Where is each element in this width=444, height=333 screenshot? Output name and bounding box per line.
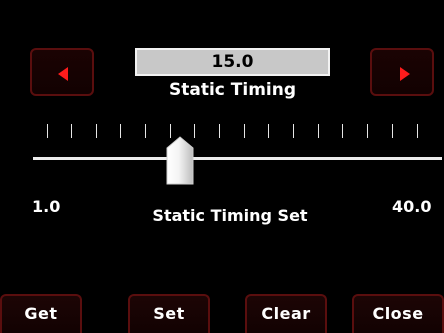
get-button[interactable]: Get bbox=[0, 294, 82, 333]
slider-thumb[interactable] bbox=[166, 136, 194, 186]
tick-mark bbox=[71, 124, 72, 138]
tick-mark bbox=[268, 124, 269, 138]
page-title: Static Timing bbox=[168, 80, 297, 100]
slider-ticks bbox=[0, 124, 444, 138]
close-button[interactable]: Close bbox=[352, 294, 444, 333]
slider-track[interactable] bbox=[33, 157, 442, 160]
left-triangle-icon bbox=[58, 67, 68, 81]
tick-mark bbox=[47, 124, 48, 138]
right-triangle-icon bbox=[400, 67, 410, 81]
tick-mark bbox=[342, 124, 343, 138]
clear-button[interactable]: Clear bbox=[245, 294, 327, 333]
increment-button[interactable] bbox=[370, 48, 434, 96]
tick-mark bbox=[96, 124, 97, 138]
tick-mark bbox=[417, 124, 418, 138]
tick-mark bbox=[367, 124, 368, 138]
tick-mark bbox=[244, 124, 245, 138]
tick-mark bbox=[194, 124, 195, 138]
max-label: 40.0 bbox=[392, 197, 432, 216]
decrement-button[interactable] bbox=[30, 48, 94, 96]
tick-mark bbox=[318, 124, 319, 138]
tick-mark bbox=[145, 124, 146, 138]
tick-mark bbox=[392, 124, 393, 138]
tick-mark bbox=[219, 124, 220, 138]
tick-mark bbox=[293, 124, 294, 138]
set-button[interactable]: Set bbox=[128, 294, 210, 333]
tick-mark bbox=[120, 124, 121, 138]
slider-caption: Static Timing Set bbox=[152, 206, 308, 225]
min-label: 1.0 bbox=[32, 197, 61, 216]
value-display: 15.0 bbox=[135, 48, 330, 76]
